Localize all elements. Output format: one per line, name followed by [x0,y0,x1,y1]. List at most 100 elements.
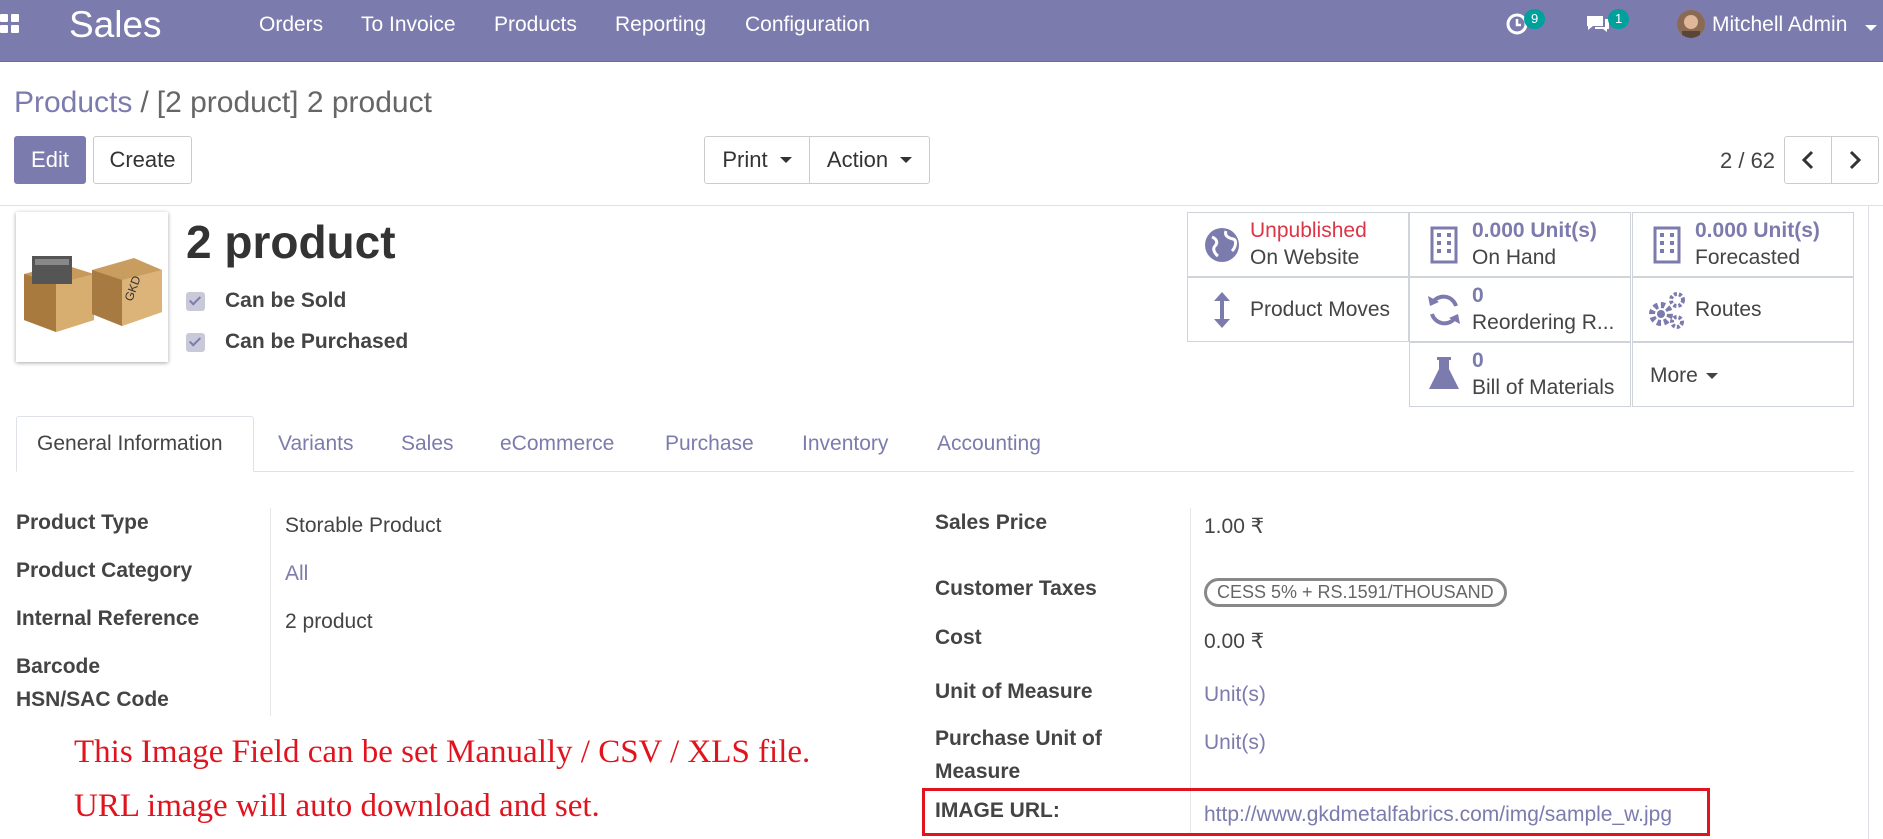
flask-icon [1429,357,1459,389]
action-dropdown[interactable]: Action [809,136,930,184]
building-icon [1430,226,1458,264]
tab-ecommerce[interactable]: eCommerce [500,416,614,472]
sales-price-value[interactable]: 1.00 ₹ [1204,514,1264,539]
field-divider [1190,508,1191,836]
purchase-uom-label-line2: Measure [935,760,1021,783]
purchase-uom-label-line1: Purchase Unit of [935,727,1102,750]
product-moves-smart-button[interactable]: Product Moves [1187,277,1409,342]
globe-icon [1205,228,1239,262]
tab-sales[interactable]: Sales [401,416,454,472]
activity-badge: 9 [1524,9,1546,29]
building-icon [1653,226,1681,264]
on-hand-value: 0.000 Unit(s) [1472,219,1597,242]
top-navbar: Sales Orders To Invoice Products Reporti… [0,0,1883,62]
can-be-sold-label: Can be Sold [225,289,347,312]
bom-label: Bill of Materials [1472,376,1615,399]
messages-badge: 1 [1608,9,1630,29]
more-label: More [1650,364,1698,387]
menu-reporting[interactable]: Reporting [615,13,706,37]
bom-smart-button[interactable]: 0 Bill of Materials [1409,342,1631,407]
apps-menu-icon[interactable] [0,14,22,36]
messages-icon[interactable] [1585,12,1611,41]
can-be-purchased-checkbox[interactable] [186,333,205,352]
chevron-right-icon [1849,150,1862,170]
forecasted-smart-button[interactable]: 0.000 Unit(s) Forecasted [1632,212,1854,277]
chevron-down-icon [779,157,792,163]
product-image[interactable]: GKD [16,212,168,362]
routes-smart-button[interactable]: Routes [1632,277,1854,342]
refresh-icon [1428,294,1460,326]
product-category-link[interactable]: All [285,562,308,586]
menu-orders[interactable]: Orders [259,13,323,37]
more-dropdown[interactable]: More [1632,342,1854,407]
product-type-label: Product Type [16,511,149,534]
reordering-rules-smart-button[interactable]: 0 Reordering R... [1409,277,1631,342]
product-category-label: Product Category [16,559,193,582]
pager-next-button[interactable] [1831,136,1879,184]
website-status: Unpublished [1250,219,1367,242]
user-avatar[interactable] [1677,10,1705,38]
pager-previous-button[interactable] [1784,136,1832,184]
print-label: Print [722,147,768,172]
can-be-purchased-label: Can be Purchased [225,330,409,353]
vertical-arrows-icon [1214,292,1230,328]
internal-reference-label: Internal Reference [16,607,200,630]
field-divider [270,508,271,716]
hsn-sac-code-label: HSN/SAC Code [16,688,169,711]
menu-products[interactable]: Products [494,13,577,37]
menu-to-invoice[interactable]: To Invoice [361,13,456,37]
user-name: Mitchell Admin [1712,13,1848,36]
chevron-left-icon [1801,150,1814,170]
action-label: Action [826,147,889,172]
bom-value: 0 [1472,349,1484,372]
product-boxes-image: GKD [24,256,162,332]
app-brand[interactable]: Sales [69,2,162,48]
breadcrumb-current: [2 product] 2 product [156,86,432,119]
chevron-down-icon [900,157,913,163]
website-label: On Website [1250,246,1360,269]
breadcrumb: Products / [2 product] 2 product [14,86,432,120]
website-smart-button[interactable]: Unpublished On Website [1187,212,1409,277]
product-moves-label: Product Moves [1250,298,1391,321]
barcode-label: Barcode [16,655,101,678]
image-url-link[interactable]: http://www.gkdmetalfabrics.com/img/sampl… [1204,803,1672,827]
menu-configuration[interactable]: Configuration [745,13,870,37]
product-type-value[interactable]: Storable Product [285,514,441,538]
can-be-sold-checkbox[interactable] [186,292,205,311]
on-hand-smart-button[interactable]: 0.000 Unit(s) On Hand [1409,212,1631,277]
tab-variants[interactable]: Variants [278,416,353,472]
annotation-line-2: URL image will auto download and set. [74,788,600,824]
sales-price-label: Sales Price [935,511,1048,534]
cost-label: Cost [935,626,982,649]
reordering-value: 0 [1472,284,1484,307]
print-dropdown[interactable]: Print [704,136,810,184]
customer-tax-tag[interactable]: CESS 5% + RS.1591/THOUSAND [1204,578,1507,607]
edit-button[interactable]: Edit [14,136,86,184]
create-button[interactable]: Create [93,136,192,184]
forecasted-value: 0.000 Unit(s) [1695,219,1820,242]
tab-general-information[interactable]: General Information [16,416,254,472]
unit-of-measure-label: Unit of Measure [935,680,1093,703]
gears-icon [1649,292,1685,329]
on-hand-label: On Hand [1472,246,1557,269]
forecasted-label: Forecasted [1695,246,1801,269]
pager-value[interactable]: 2 / 62 [1720,148,1775,174]
routes-label: Routes [1695,298,1762,321]
tab-purchase[interactable]: Purchase [665,416,754,472]
chevron-down-icon [1865,25,1878,31]
tab-accounting[interactable]: Accounting [937,416,1041,472]
unit-of-measure-link[interactable]: Unit(s) [1204,683,1266,707]
purchase-uom-link[interactable]: Unit(s) [1204,731,1266,755]
internal-reference-value[interactable]: 2 product [285,610,373,634]
reordering-label: Reordering R... [1472,311,1615,334]
chevron-down-icon [1705,373,1718,380]
annotation-line-1: This Image Field can be set Manually / C… [74,734,811,770]
customer-taxes-label: Customer Taxes [935,577,1097,600]
image-url-label: IMAGE URL: [935,799,1060,822]
tab-inventory[interactable]: Inventory [802,416,888,472]
product-name[interactable]: 2 product [186,215,396,269]
breadcrumb-products[interactable]: Products [14,86,132,119]
user-menu[interactable]: Mitchell Admin [1712,13,1878,37]
breadcrumb-separator: / [140,86,149,119]
cost-value[interactable]: 0.00 ₹ [1204,629,1264,654]
